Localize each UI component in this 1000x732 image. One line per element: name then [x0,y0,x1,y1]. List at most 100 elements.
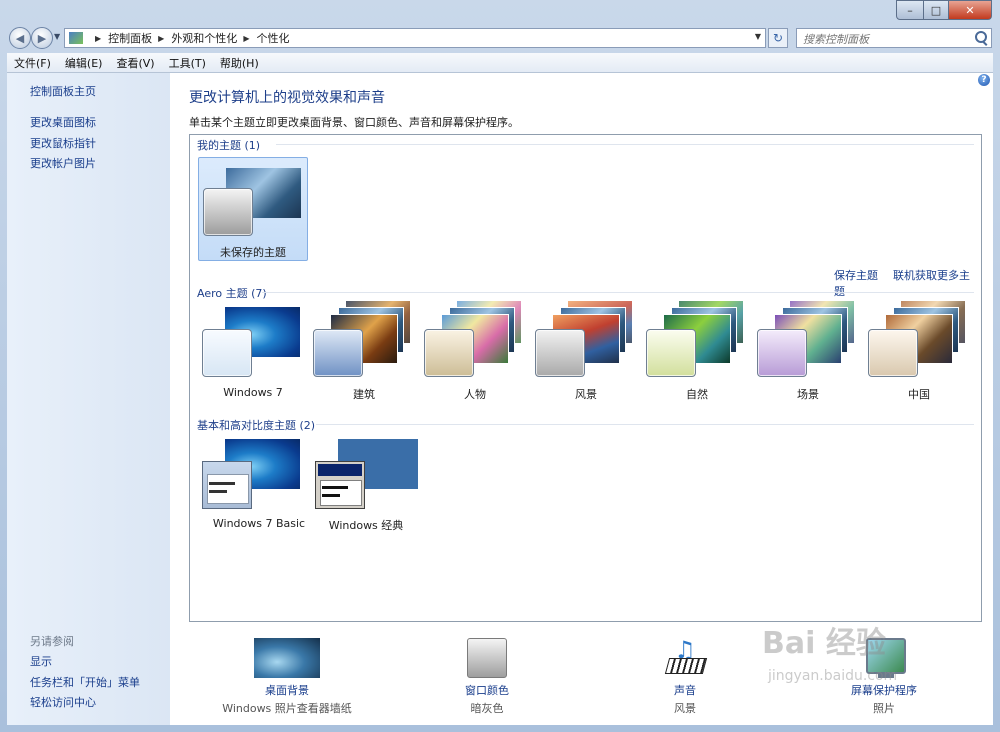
theme-window-color-swatch [424,329,474,377]
menu-view[interactable]: 查看(V) [109,55,161,71]
theme-label: Windows 7 [223,386,283,399]
setting-label[interactable]: 窗口颜色 [407,682,567,698]
menu-bar: 文件(F) 编辑(E) 查看(V) 工具(T) 帮助(H) [7,53,993,73]
divider [316,424,974,425]
watermark-logo: Bai 经验 [762,626,886,661]
see-also-title: 另请参阅 [30,635,74,648]
back-arrow-icon: ◀ [15,31,25,45]
theme-window-color-swatch [203,188,253,236]
menu-edit[interactable]: 编辑(E) [58,55,110,71]
recent-pages-chevron-icon[interactable]: ▼ [54,32,60,41]
theme-unsaved[interactable]: 未保存的主题 [198,157,308,261]
window: – □ ✕ ◀ ▶ ▼ ▶ 控制面板 ▶ 外观和个性化 ▶ 个性化 ▼ ↻ 文件… [0,0,1000,732]
setting-value: 照片 [873,702,895,715]
page-subtitle: 单击某个主题立即更改桌面背景、窗口颜色、声音和屏幕保护程序。 [189,116,519,129]
menu-file[interactable]: 文件(F) [7,55,58,71]
theme-label: 中国 [908,388,930,401]
desktop-background-setting[interactable]: 桌面背景 Windows 照片查看器墙纸 [207,636,367,716]
watermark-url: jingyan.baidu.com [768,668,898,684]
help-icon[interactable]: ? [978,74,990,86]
ease-of-access-link[interactable]: 轻松访问中心 [30,696,96,709]
theme-windows-classic[interactable]: Windows 经典 [311,437,421,541]
divider [262,292,974,293]
address-row: ◀ ▶ ▼ ▶ 控制面板 ▶ 外观和个性化 ▶ 个性化 ▼ ↻ [0,24,1000,52]
theme-actions: 保存主题 联机获取更多主题 [834,267,981,299]
setting-label[interactable]: 桌面背景 [207,682,367,698]
page-title: 更改计算机上的视觉效果和声音 [189,90,385,106]
taskbar-start-menu-link[interactable]: 任务栏和「开始」菜单 [30,676,140,689]
theme-window-preview [202,461,252,509]
address-dropdown-icon[interactable]: ▼ [755,32,761,41]
search-icon[interactable] [975,31,987,43]
display-link[interactable]: 显示 [30,655,52,668]
breadcrumb-separator-icon[interactable]: ▶ [158,34,164,43]
change-desktop-icons-link[interactable]: 更改桌面图标 [30,116,96,129]
refresh-icon: ↻ [772,31,784,45]
setting-value: 风景 [674,702,696,715]
theme-window-color-swatch [202,329,252,377]
window-color-setting[interactable]: 窗口颜色 暗灰色 [407,636,567,716]
theme-list[interactable]: 我的主题 (1) 未保存的主题 保存主题 联机获取更多主题 Aero 主题 (7)… [189,134,982,622]
theme-window-color-swatch [646,329,696,377]
task-links: 更改桌面图标 更改鼠标指针 更改帐户图片 [30,112,96,174]
menu-tools[interactable]: 工具(T) [162,55,213,71]
change-mouse-pointers-link[interactable]: 更改鼠标指针 [30,137,96,150]
theme-characters[interactable]: 人物 [420,301,530,409]
breadcrumb-appearance[interactable]: 外观和个性化 [171,30,237,46]
breadcrumb-separator-icon[interactable]: ▶ [95,34,101,43]
sound-setting[interactable]: ♫ 声音 风景 [605,636,765,716]
sound-icon: ♫ [663,636,708,678]
control-panel-icon [69,32,83,44]
address-bar[interactable]: ▶ 控制面板 ▶ 外观和个性化 ▶ 个性化 ▼ [64,28,766,48]
maximize-button[interactable]: □ [924,0,949,20]
back-button[interactable]: ◀ [9,27,31,49]
theme-nature[interactable]: 自然 [642,301,752,409]
baidu-watermark: Bai 经验 jingyan.baidu.com [762,618,962,688]
setting-value: 暗灰色 [470,702,504,715]
setting-value: Windows 照片查看器墙纸 [222,702,352,715]
minimize-button[interactable]: – [896,0,924,20]
theme-window-color-swatch [313,329,363,377]
theme-window-color-swatch [868,329,918,377]
basic-themes-title: 基本和高对比度主题 (2) [197,419,316,432]
theme-china[interactable]: 中国 [864,301,974,409]
setting-label[interactable]: 声音 [605,682,765,698]
menu-help[interactable]: 帮助(H) [213,55,266,71]
theme-label: 场景 [797,388,819,401]
refresh-button[interactable]: ↻ [768,28,788,48]
theme-windows7[interactable]: Windows 7 [198,305,308,409]
theme-window-color-swatch [535,329,585,377]
aero-themes-title: Aero 主题 (7) [197,287,267,300]
my-themes-title: 我的主题 (1) [197,139,261,152]
window-color-icon [467,638,507,678]
forward-button[interactable]: ▶ [31,27,53,49]
theme-label: 人物 [464,388,486,401]
breadcrumb-personalization[interactable]: 个性化 [256,30,289,46]
theme-label: 风景 [575,388,597,401]
save-theme-link[interactable]: 保存主题 [834,269,878,282]
theme-window-preview [315,461,365,509]
left-pane: 控制面板主页 更改桌面图标 更改鼠标指针 更改帐户图片 另请参阅 显示 任务栏和… [7,73,170,725]
theme-architecture[interactable]: 建筑 [309,301,419,409]
breadcrumb-separator-icon[interactable]: ▶ [243,34,249,43]
see-also-links: 显示 任务栏和「开始」菜单 轻松访问中心 [30,651,140,713]
theme-landscapes[interactable]: 风景 [531,301,641,409]
divider [276,144,974,145]
theme-label: 未保存的主题 [220,246,286,259]
search-input[interactable] [801,30,965,48]
breadcrumb-control-panel[interactable]: 控制面板 [108,30,152,46]
theme-scenes[interactable]: 场景 [753,301,863,409]
theme-window-color-swatch [757,329,807,377]
theme-label: 自然 [686,388,708,401]
theme-windows7-basic[interactable]: Windows 7 Basic [198,437,308,541]
change-account-picture-link[interactable]: 更改帐户图片 [30,157,96,170]
theme-label: Windows 7 Basic [212,517,306,530]
caption-buttons: – □ ✕ [896,0,992,20]
wallpaper-icon [254,638,320,678]
forward-arrow-icon: ▶ [37,31,47,45]
theme-label: Windows 经典 [328,519,404,532]
theme-label: 建筑 [353,388,375,401]
search-box[interactable] [796,28,992,48]
close-button[interactable]: ✕ [949,0,992,20]
control-panel-home-link[interactable]: 控制面板主页 [30,83,96,99]
